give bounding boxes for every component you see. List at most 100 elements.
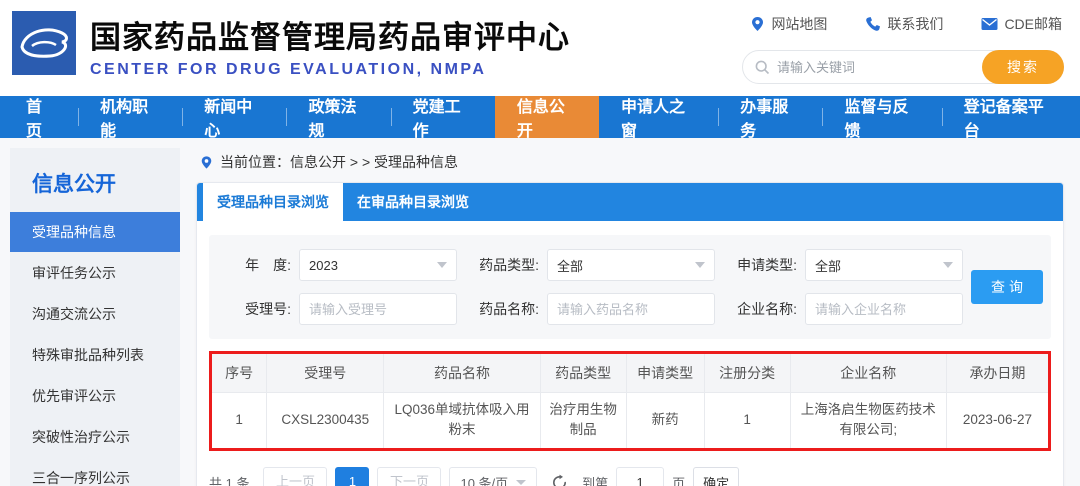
location-pin-icon (201, 155, 212, 169)
results-table-highlight: 序号 受理号 药品名称 药品类型 申请类型 注册分类 企业名称 承办日期 1 C… (209, 351, 1051, 451)
search-icon (755, 60, 770, 74)
application-type-select-value: 全部 (815, 258, 842, 274)
nav-item-policy[interactable]: 政策法规 (286, 96, 390, 140)
chevron-down-icon (943, 262, 953, 268)
year-select[interactable]: 2023 (299, 249, 457, 281)
drug-type-select[interactable]: 全部 (547, 249, 715, 281)
filter-form: 年 度: 2023 药品类型: 全部 申请类型: 全部 查询 受理号: 请输入受… (209, 235, 1051, 339)
chevron-down-icon (695, 262, 705, 268)
nav-item-news[interactable]: 新闻中心 (182, 96, 286, 140)
mailbox-link-label: CDE邮箱 (1004, 16, 1062, 32)
drug-name-input[interactable] (557, 301, 705, 317)
goto-suffix: 页 (672, 475, 686, 486)
sidebar: 信息公开 受理品种信息 审评任务公示 沟通交流公示 特殊审批品种列表 优先审评公… (10, 148, 180, 486)
year-label: 年 度: (245, 257, 291, 273)
sitemap-link-label: 网站地图 (771, 16, 828, 32)
tab-bar: 受理品种目录浏览 在审品种目录浏览 (197, 183, 1063, 221)
breadcrumb-text: 当前位置：信息公开 > > 受理品种信息 (220, 154, 459, 170)
application-type-label: 申请类型: (737, 257, 797, 273)
search-button[interactable]: 搜索 (982, 50, 1064, 84)
cell-drug-type: 治疗用生物制品 (540, 392, 627, 448)
col-药品名称: 药品名称 (383, 354, 541, 393)
sidebar-item-three-in-one[interactable]: 三合一序列公示 (10, 458, 180, 486)
sidebar-title: 信息公开 (32, 173, 116, 196)
company-name-label: 企业名称: (737, 301, 797, 317)
drug-name-field (547, 293, 715, 325)
query-button[interactable]: 查询 (971, 270, 1043, 304)
acceptance-no-field (299, 293, 457, 325)
prev-page-button[interactable]: 上一页 (263, 467, 328, 486)
mailbox-link[interactable]: CDE邮箱 (981, 14, 1062, 34)
nav-item-functions[interactable]: 机构职能 (78, 96, 182, 140)
site-header: 国家药品监督管理局药品审评中心 CENTER FOR DRUG EVALUATI… (0, 0, 1080, 96)
page-size-select[interactable]: 10 条/页 (449, 467, 538, 486)
pagination: 共 1 条 上一页 1 下一页 10 条/页 到第 页 确定 (209, 467, 1051, 486)
tab-accepted-catalog[interactable]: 受理品种目录浏览 (203, 183, 343, 221)
cell-drug-name: LQ036单域抗体吸入用粉末 (383, 392, 541, 448)
main-nav: 首页 机构职能 新闻中心 政策法规 党建工作 信息公开 申请人之窗 办事服务 监… (0, 96, 1080, 140)
col-受理号: 受理号 (266, 354, 385, 393)
nav-item-services[interactable]: 办事服务 (718, 96, 822, 140)
sidebar-item-special-approval[interactable]: 特殊审批品种列表 (10, 335, 180, 375)
goto-page-input[interactable] (616, 467, 665, 486)
nav-item-home[interactable]: 首页 (4, 96, 78, 140)
nav-item-info-disclosure[interactable]: 信息公开 (494, 96, 600, 140)
search-input[interactable] (777, 59, 982, 75)
acceptance-no-input[interactable] (309, 301, 447, 317)
header-utility-links: 网站地图 联系我们 CDE邮箱 (750, 14, 1062, 34)
drug-type-label: 药品类型: (479, 257, 539, 273)
col-申请类型: 申请类型 (626, 354, 705, 393)
sidebar-item-review-tasks[interactable]: 审评任务公示 (10, 253, 180, 293)
logo-swoosh-icon (20, 28, 68, 58)
next-page-button[interactable]: 下一页 (377, 467, 442, 486)
cell-date: 2023-06-27 (962, 412, 1032, 428)
page-size-value: 10 条/页 (460, 475, 509, 486)
total-count: 共 1 条 (209, 475, 250, 486)
page-number-1[interactable]: 1 (335, 467, 370, 486)
nav-item-registration-platform[interactable]: 登记备案平台 (941, 96, 1076, 140)
confirm-button[interactable]: 确定 (693, 467, 740, 486)
cell-seq: 1 (212, 392, 268, 448)
company-name-field (805, 293, 963, 325)
site-subtitle: CENTER FOR DRUG EVALUATION, NMPA (90, 61, 487, 78)
sidebar-item-breakthrough-therapy[interactable]: 突破性治疗公示 (10, 417, 180, 457)
company-name-input[interactable] (815, 301, 953, 317)
location-pin-icon (752, 17, 764, 31)
contact-link-label: 联系我们 (887, 16, 944, 32)
sitemap-link[interactable]: 网站地图 (750, 14, 827, 34)
nav-item-supervision[interactable]: 监督与反馈 (822, 96, 941, 140)
cell-registration-class: 1 (704, 392, 791, 448)
col-企业名称: 企业名称 (790, 354, 947, 393)
col-序号: 序号 (212, 354, 268, 393)
site-search: 搜索 (742, 50, 1064, 84)
acceptance-no-label: 受理号: (245, 301, 291, 317)
cell-application-type: 新药 (626, 392, 705, 448)
table-header-row: 序号 受理号 药品名称 药品类型 申请类型 注册分类 企业名称 承办日期 (212, 354, 1048, 393)
refresh-icon[interactable] (551, 474, 568, 486)
phone-icon (866, 17, 881, 31)
main-panel: 受理品种目录浏览 在审品种目录浏览 年 度: 2023 药品类型: 全部 申请类… (196, 182, 1064, 486)
breadcrumb: 当前位置：信息公开 > > 受理品种信息 (196, 148, 1064, 182)
sidebar-item-communication[interactable]: 沟通交流公示 (10, 294, 180, 334)
cde-logo (12, 11, 76, 75)
col-注册分类: 注册分类 (704, 354, 791, 393)
chevron-down-icon (437, 262, 447, 268)
envelope-icon (981, 18, 998, 30)
table-row[interactable]: 1 CXSL2300435 LQ036单域抗体吸入用粉末 治疗用生物制品 新药 … (212, 392, 1048, 448)
sidebar-item-accepted-varieties[interactable]: 受理品种信息 (10, 212, 180, 252)
cell-company: 上海洛启生物医药技术有限公司; (790, 392, 947, 448)
main-panel-wrap: 当前位置：信息公开 > > 受理品种信息 受理品种目录浏览 在审品种目录浏览 年… (196, 148, 1064, 486)
col-药品类型: 药品类型 (540, 354, 627, 393)
nav-item-applicant-window[interactable]: 申请人之窗 (599, 96, 718, 140)
tab-under-review-catalog[interactable]: 在审品种目录浏览 (343, 183, 483, 221)
chevron-down-icon (516, 479, 527, 485)
sidebar-item-priority-review[interactable]: 优先审评公示 (10, 376, 180, 416)
results-table: 序号 受理号 药品名称 药品类型 申请类型 注册分类 企业名称 承办日期 1 C… (212, 354, 1048, 448)
goto-prefix: 到第 (582, 475, 609, 486)
col-承办日期: 承办日期 (946, 354, 1048, 393)
year-select-value: 2023 (309, 257, 338, 273)
drug-type-select-value: 全部 (557, 258, 584, 274)
contact-link[interactable]: 联系我们 (865, 14, 943, 34)
nav-item-party[interactable]: 党建工作 (390, 96, 495, 140)
application-type-select[interactable]: 全部 (805, 249, 963, 281)
